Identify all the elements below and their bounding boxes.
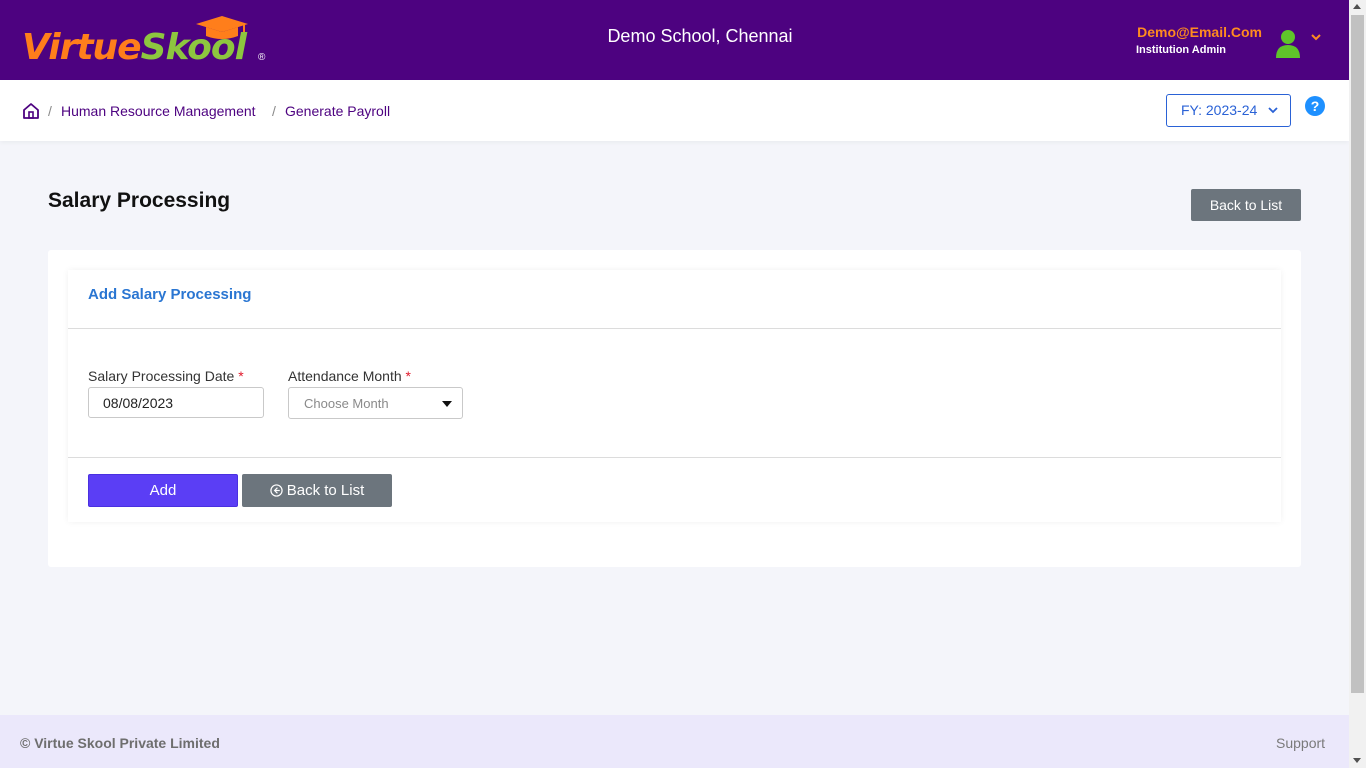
page-title: Salary Processing: [48, 189, 231, 212]
breadcrumb-item-generate-payroll[interactable]: Generate Payroll: [285, 103, 390, 119]
back-to-list-button[interactable]: Back to List: [1191, 189, 1301, 221]
help-icon[interactable]: ?: [1305, 96, 1325, 116]
logo-wordmark: VirtueSkool: [22, 27, 247, 68]
user-role: Institution Admin: [1136, 44, 1227, 56]
user-avatar-icon[interactable]: [1274, 28, 1302, 58]
scroll-up-arrow-icon[interactable]: [1353, 4, 1361, 9]
salary-processing-date-input[interactable]: [88, 387, 264, 418]
fiscal-year-label: FY: 2023-24: [1181, 102, 1258, 118]
salary-date-label: Salary Processing Date *: [88, 368, 244, 384]
breadcrumb-separator: /: [48, 103, 52, 119]
scrollbar-thumb[interactable]: [1351, 15, 1364, 693]
attendance-month-label: Attendance Month *: [288, 368, 411, 384]
user-email-block[interactable]: Demo@Email.Com: [1120, 24, 1262, 40]
chevron-down-icon: [1268, 107, 1278, 114]
breadcrumb-separator: /: [272, 103, 276, 119]
divider: [68, 328, 1281, 329]
card-title: Add Salary Processing: [88, 286, 252, 303]
school-name: Demo School, Chennai: [607, 26, 793, 46]
scroll-down-arrow-icon[interactable]: [1353, 758, 1361, 763]
add-button[interactable]: Add: [88, 474, 238, 507]
circle-arrow-left-icon: [270, 484, 283, 497]
registered-mark: ®: [258, 52, 266, 63]
required-marker: *: [238, 368, 244, 384]
breadcrumb-item-hrm[interactable]: Human Resource Management: [61, 103, 256, 119]
required-marker: *: [405, 368, 411, 384]
chevron-down-icon[interactable]: [1310, 32, 1322, 42]
support-link[interactable]: Support: [1276, 735, 1325, 751]
copyright-text: © Virtue Skool Private Limited: [20, 735, 220, 751]
month-placeholder: Choose Month: [304, 396, 389, 411]
divider: [68, 457, 1281, 458]
back-to-list-bottom-button[interactable]: Back to List: [242, 474, 392, 507]
user-email[interactable]: Demo@Email.Com: [1120, 24, 1262, 40]
virtueskool-logo[interactable]: VirtueSkool ®: [22, 14, 272, 68]
home-icon[interactable]: [22, 102, 40, 120]
attendance-month-select[interactable]: Choose Month: [288, 387, 463, 419]
caret-down-icon: [442, 401, 452, 407]
